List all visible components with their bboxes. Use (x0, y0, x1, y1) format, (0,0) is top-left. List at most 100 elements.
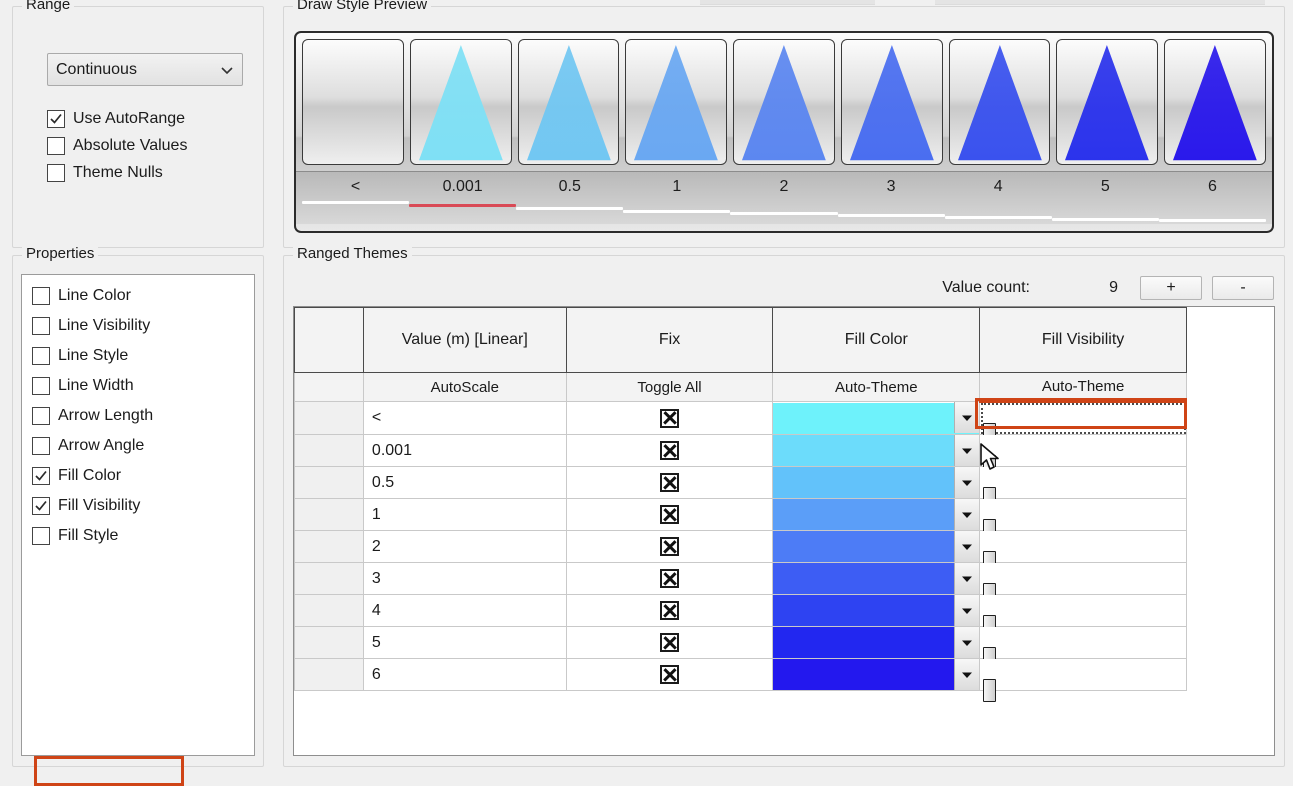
fill-color-swatch[interactable] (773, 531, 980, 562)
x-checkbox-icon[interactable] (660, 537, 680, 556)
row-fill-visibility-cell[interactable] (979, 594, 1187, 638)
row-fill-visibility-cell[interactable] (979, 498, 1187, 542)
x-checkbox-icon[interactable] (660, 633, 680, 652)
checkbox-unchecked-icon[interactable] (32, 407, 50, 425)
property-checkbox-arrow-angle[interactable]: Arrow Angle (32, 431, 254, 461)
slider-thumb[interactable] (983, 678, 997, 702)
range-checkbox-absolute-values[interactable]: Absolute Values (47, 132, 187, 159)
caret-down-icon[interactable] (954, 435, 980, 466)
property-checkbox-line-visibility[interactable]: Line Visibility (32, 311, 254, 341)
x-checkbox-icon[interactable] (660, 473, 680, 492)
fill-color-swatch[interactable] (773, 595, 980, 626)
row-selector-cell[interactable] (294, 498, 364, 531)
row-fill-visibility-cell[interactable] (979, 658, 1187, 702)
x-checkbox-icon[interactable] (660, 505, 680, 524)
checkbox-unchecked-icon[interactable] (32, 377, 50, 395)
table-subheader-toggle-all[interactable]: Toggle All (565, 372, 774, 402)
remove-value-button[interactable]: - (1212, 276, 1274, 300)
checkbox-unchecked-icon[interactable] (32, 347, 50, 365)
fill-color-swatch[interactable] (773, 659, 980, 690)
add-value-button[interactable]: + (1140, 276, 1202, 300)
row-fill-color-cell[interactable] (772, 562, 981, 595)
row-fill-color-cell[interactable] (772, 594, 981, 627)
row-fix-cell[interactable] (565, 626, 774, 659)
table-header-fill-color[interactable]: Fill Color (772, 307, 981, 373)
x-checkbox-icon[interactable] (660, 408, 680, 428)
property-checkbox-line-style[interactable]: Line Style (32, 341, 254, 371)
checkbox-checked-icon[interactable] (32, 467, 50, 485)
row-fix-cell[interactable] (565, 530, 774, 563)
caret-down-icon[interactable] (954, 595, 980, 626)
properties-checkbox-list[interactable]: Line Color Line Visibility Line Style Line … (21, 274, 255, 756)
caret-down-icon[interactable] (954, 531, 980, 562)
row-fix-cell[interactable] (565, 594, 774, 627)
row-value-cell[interactable]: < (362, 401, 567, 435)
row-fill-visibility-cell[interactable] (979, 562, 1187, 606)
x-checkbox-icon[interactable] (660, 441, 680, 460)
row-selector-cell[interactable] (294, 434, 364, 467)
row-fix-cell[interactable] (565, 562, 774, 595)
row-selector-cell[interactable] (294, 626, 364, 659)
row-value-cell[interactable]: 3 (362, 562, 567, 595)
row-value-cell[interactable]: 1 (362, 498, 567, 531)
row-value-cell[interactable]: 4 (362, 594, 567, 627)
row-fill-color-cell[interactable] (772, 434, 981, 467)
row-fill-visibility-cell[interactable] (979, 466, 1187, 510)
row-fix-cell[interactable] (565, 498, 774, 531)
row-value-cell[interactable]: 5 (362, 626, 567, 659)
row-selector-cell[interactable] (294, 594, 364, 627)
checkbox-unchecked-icon[interactable] (32, 527, 50, 545)
row-fill-visibility-cell[interactable] (979, 626, 1187, 670)
table-header-fill-visibility[interactable]: Fill Visibility (979, 307, 1187, 373)
table-subheader-row[interactable]: AutoScale Toggle All Auto-Theme Auto-Theme (294, 372, 1187, 403)
row-selector-cell[interactable] (294, 401, 364, 435)
property-checkbox-fill-style[interactable]: Fill Style (32, 521, 254, 551)
caret-down-icon[interactable] (954, 402, 980, 433)
table-header-value-m-linear[interactable]: Value (m) [Linear] (362, 307, 567, 373)
row-fix-cell[interactable] (565, 434, 774, 467)
property-checkbox-fill-visibility[interactable]: Fill Visibility (32, 491, 254, 521)
caret-down-icon[interactable] (954, 467, 980, 498)
row-fix-cell[interactable] (565, 658, 774, 691)
row-fill-color-cell[interactable] (772, 530, 981, 563)
fill-color-swatch[interactable] (773, 467, 980, 498)
x-checkbox-icon[interactable] (660, 665, 680, 684)
row-fill-color-cell[interactable] (772, 658, 981, 691)
caret-down-icon[interactable] (954, 627, 980, 658)
fill-color-swatch[interactable] (773, 499, 980, 530)
table-subheader-autoscale[interactable]: AutoScale (362, 372, 567, 402)
checkbox-checked-icon[interactable] (47, 109, 65, 128)
row-fill-color-cell[interactable] (772, 626, 981, 659)
table-header-fix[interactable]: Fix (565, 307, 774, 373)
row-selector-cell[interactable] (294, 562, 364, 595)
fill-color-swatch[interactable] (773, 435, 980, 466)
row-fill-visibility-cell[interactable] (979, 434, 1187, 478)
caret-down-icon[interactable] (954, 563, 980, 594)
checkbox-unchecked-icon[interactable] (47, 163, 65, 182)
checkbox-unchecked-icon[interactable] (32, 437, 50, 455)
row-fill-color-cell[interactable] (772, 498, 981, 531)
property-checkbox-fill-color[interactable]: Fill Color (32, 461, 254, 491)
row-fix-cell[interactable] (565, 466, 774, 499)
table-subheader-auto-theme[interactable]: Auto-Theme (979, 372, 1187, 403)
property-checkbox-line-width[interactable]: Line Width (32, 371, 254, 401)
row-fix-cell[interactable] (565, 401, 774, 435)
row-fill-color-cell[interactable] (772, 466, 981, 499)
range-checkbox-theme-nulls[interactable]: Theme Nulls (47, 159, 187, 186)
x-checkbox-icon[interactable] (660, 601, 680, 620)
caret-down-icon[interactable] (954, 659, 980, 690)
property-checkbox-arrow-length[interactable]: Arrow Length (32, 401, 254, 431)
range-mode-select[interactable]: Continuous (47, 53, 243, 86)
row-selector-cell[interactable] (294, 658, 364, 691)
row-value-cell[interactable]: 0.5 (362, 466, 567, 499)
caret-down-icon[interactable] (954, 499, 980, 530)
fill-color-swatch[interactable] (773, 563, 980, 594)
row-value-cell[interactable]: 6 (362, 658, 567, 691)
checkbox-checked-icon[interactable] (32, 497, 50, 515)
row-fill-visibility-cell[interactable] (979, 530, 1187, 574)
checkbox-unchecked-icon[interactable] (47, 136, 65, 155)
fill-color-swatch[interactable] (773, 402, 980, 434)
range-checkbox-use-autorange[interactable]: Use AutoRange (47, 105, 187, 132)
table-subheader-auto-theme[interactable]: Auto-Theme (772, 372, 981, 402)
row-value-cell[interactable]: 0.001 (362, 434, 567, 467)
